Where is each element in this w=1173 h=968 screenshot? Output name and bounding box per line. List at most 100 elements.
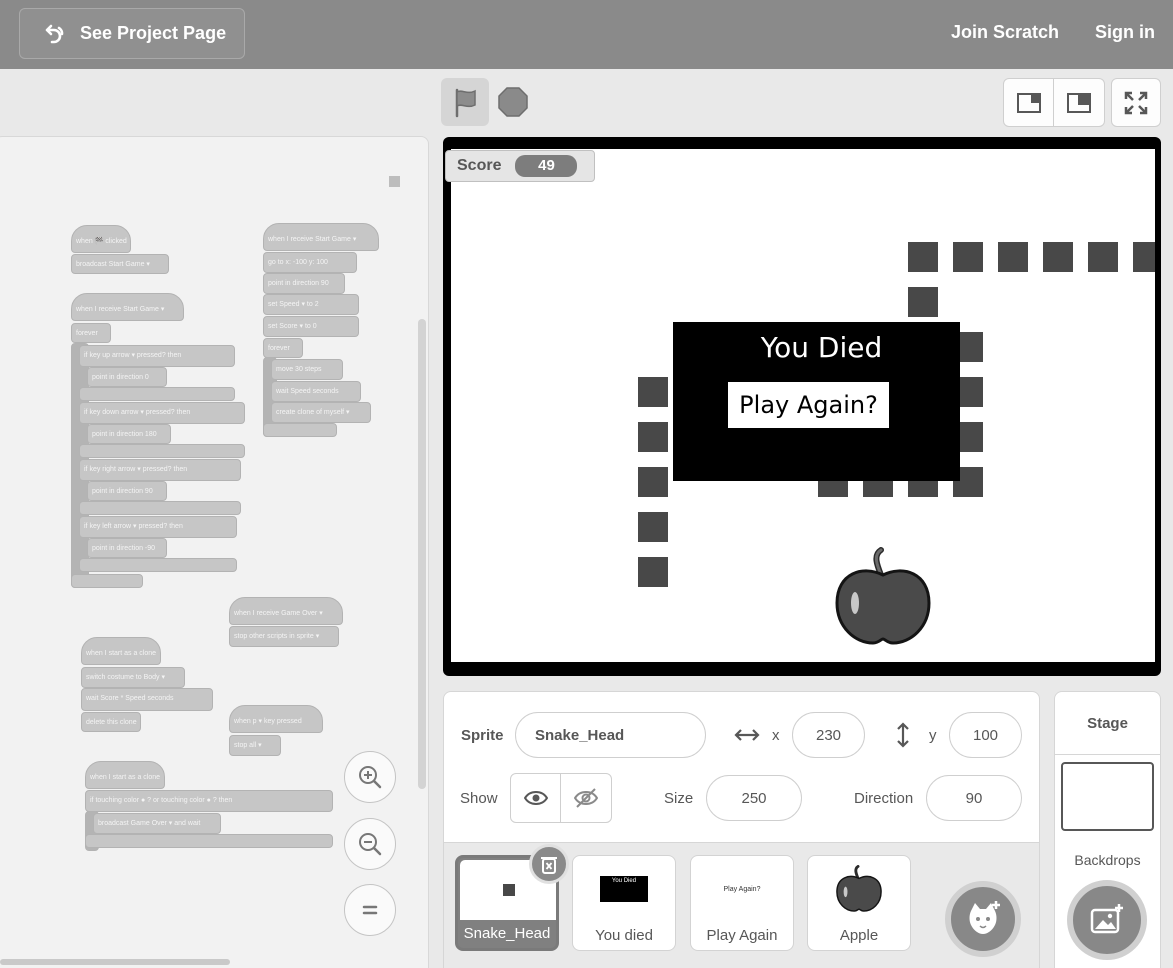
- script-block[interactable]: if key left arrow ▾ pressed? then: [79, 516, 237, 538]
- zoom-reset-button[interactable]: [344, 884, 396, 936]
- x-arrows-icon: [734, 729, 760, 741]
- code-horizontal-scrollbar[interactable]: [0, 959, 230, 965]
- you-died-title: You Died: [760, 331, 883, 364]
- script-block[interactable]: forever: [71, 323, 111, 343]
- snake-segment: [638, 512, 668, 542]
- zoom-out-button[interactable]: [344, 818, 396, 870]
- x-input[interactable]: 230: [792, 712, 865, 758]
- stage-pane-divider: [1055, 754, 1160, 755]
- x-label: x: [772, 727, 780, 744]
- script-block[interactable]: when I start as a clone: [81, 637, 161, 665]
- y-arrows-icon: [897, 722, 909, 748]
- script-block[interactable]: when I receive Game Over ▾: [229, 597, 343, 625]
- you-died-sprite[interactable]: You Died Play Again?: [673, 322, 960, 481]
- script-block[interactable]: broadcast Start Game ▾: [71, 254, 169, 274]
- snake-segment: [998, 242, 1028, 272]
- script-block[interactable]: point in direction 0: [87, 367, 167, 387]
- show-sprite-button[interactable]: [511, 774, 561, 822]
- sprite-tile-play-again[interactable]: Play Again? Play Again: [690, 855, 794, 951]
- script-block[interactable]: if key down arrow ▾ pressed? then: [79, 402, 245, 424]
- code-vertical-scrollbar[interactable]: [418, 319, 426, 789]
- script-block[interactable]: wait Speed seconds: [271, 381, 361, 402]
- sprite-thumbnail: Play Again?: [691, 856, 793, 922]
- trash-icon: [541, 857, 557, 874]
- if-block-end: [79, 501, 241, 515]
- direction-label: Direction: [854, 790, 914, 807]
- score-monitor[interactable]: Score 49: [445, 150, 595, 182]
- script-block[interactable]: when 🏁 clicked: [71, 225, 131, 253]
- show-toggle: [510, 773, 612, 823]
- snake-segment: [638, 467, 668, 497]
- script-block[interactable]: if touching color ● ? or touching color …: [85, 790, 333, 812]
- zoom-in-icon: [359, 766, 382, 789]
- small-stage-button[interactable]: [1004, 79, 1054, 126]
- sign-in-link[interactable]: Sign in: [1095, 22, 1155, 43]
- snake-head: [1133, 242, 1155, 272]
- sprite-thumbnail: [808, 856, 910, 922]
- snake-segment: [908, 242, 938, 272]
- sprite-tile-apple[interactable]: Apple: [807, 855, 911, 951]
- forever-block-end: [71, 574, 143, 588]
- script-block[interactable]: move 30 steps: [271, 359, 343, 380]
- if-block-end: [79, 558, 237, 572]
- snake-segment: [638, 377, 668, 407]
- you-died-thumb: You Died: [600, 876, 648, 902]
- script-block[interactable]: broadcast Game Over ▾ and wait: [93, 813, 221, 834]
- snake-segment: [638, 422, 668, 452]
- hide-sprite-button[interactable]: [561, 774, 611, 822]
- delete-sprite-button[interactable]: [529, 844, 569, 884]
- apple-sprite[interactable]: [833, 547, 933, 647]
- sprite-tile-you-died[interactable]: You Died You died: [572, 855, 676, 951]
- large-stage-button[interactable]: [1054, 79, 1104, 126]
- sprite-tile-label: Snake_Head: [463, 925, 551, 942]
- snake-segment: [908, 287, 938, 317]
- small-stage-icon: [1016, 92, 1041, 113]
- y-label: y: [929, 727, 937, 744]
- score-label: Score: [457, 157, 502, 174]
- see-project-page-button[interactable]: See Project Page: [19, 8, 245, 59]
- script-block[interactable]: if key up arrow ▾ pressed? then: [79, 345, 235, 367]
- script-block[interactable]: when I start as a clone: [85, 761, 165, 789]
- script-block[interactable]: set Score ▾ to 0: [263, 316, 359, 337]
- green-flag-button[interactable]: [441, 78, 489, 126]
- script-block[interactable]: when I receive Start Game ▾: [263, 223, 379, 251]
- zoom-out-icon: [359, 833, 382, 856]
- fullscreen-button[interactable]: [1111, 78, 1161, 127]
- size-input[interactable]: 250: [706, 775, 802, 821]
- if-block-end: [79, 387, 235, 401]
- stage-thumbnail[interactable]: [1061, 762, 1154, 831]
- script-block[interactable]: point in direction -90: [87, 538, 167, 558]
- sprite-tile-label: Play Again: [706, 927, 778, 944]
- script-block[interactable]: point in direction 90: [87, 481, 167, 501]
- direction-input[interactable]: 90: [926, 775, 1022, 821]
- script-block[interactable]: if key right arrow ▾ pressed? then: [79, 459, 241, 481]
- join-scratch-link[interactable]: Join Scratch: [951, 22, 1059, 43]
- choose-sprite-button[interactable]: [945, 881, 1021, 957]
- fullscreen-icon: [1124, 91, 1148, 114]
- script-block[interactable]: switch costume to Body ▾: [81, 667, 185, 688]
- play-again-button[interactable]: Play Again?: [728, 382, 889, 428]
- play-again-thumb: Play Again?: [723, 885, 761, 893]
- script-block[interactable]: when I receive Start Game ▾: [71, 293, 184, 321]
- script-block[interactable]: point in direction 180: [87, 424, 171, 444]
- script-block[interactable]: when p ▾ key pressed: [229, 705, 323, 733]
- script-block[interactable]: set Speed ▾ to 2: [263, 294, 359, 315]
- code-area[interactable]: when 🏁 clicked broadcast Start Game ▾ wh…: [0, 136, 429, 968]
- stop-icon[interactable]: [497, 86, 529, 118]
- script-block[interactable]: forever: [263, 338, 303, 358]
- y-input[interactable]: 100: [949, 712, 1022, 758]
- code-area-corner: [389, 176, 400, 187]
- script-block[interactable]: stop other scripts in sprite ▾: [229, 626, 339, 647]
- script-block[interactable]: stop all ▾: [229, 735, 281, 756]
- menu-bar: See Project Page Join Scratch Sign in: [0, 0, 1173, 69]
- script-block[interactable]: wait Score * Speed seconds: [81, 688, 213, 711]
- script-block[interactable]: go to x: -100 y: 100: [263, 252, 357, 273]
- script-block[interactable]: delete this clone: [81, 712, 141, 732]
- choose-backdrop-button[interactable]: [1067, 880, 1147, 960]
- script-block[interactable]: point in direction 90: [263, 273, 345, 294]
- script-block[interactable]: create clone of myself ▾: [271, 402, 371, 423]
- sprite-tile-label: Apple: [839, 927, 879, 944]
- zoom-in-button[interactable]: [344, 751, 396, 803]
- sprite-name-input[interactable]: Snake_Head: [515, 712, 706, 758]
- add-sprite-icon: [969, 901, 1000, 934]
